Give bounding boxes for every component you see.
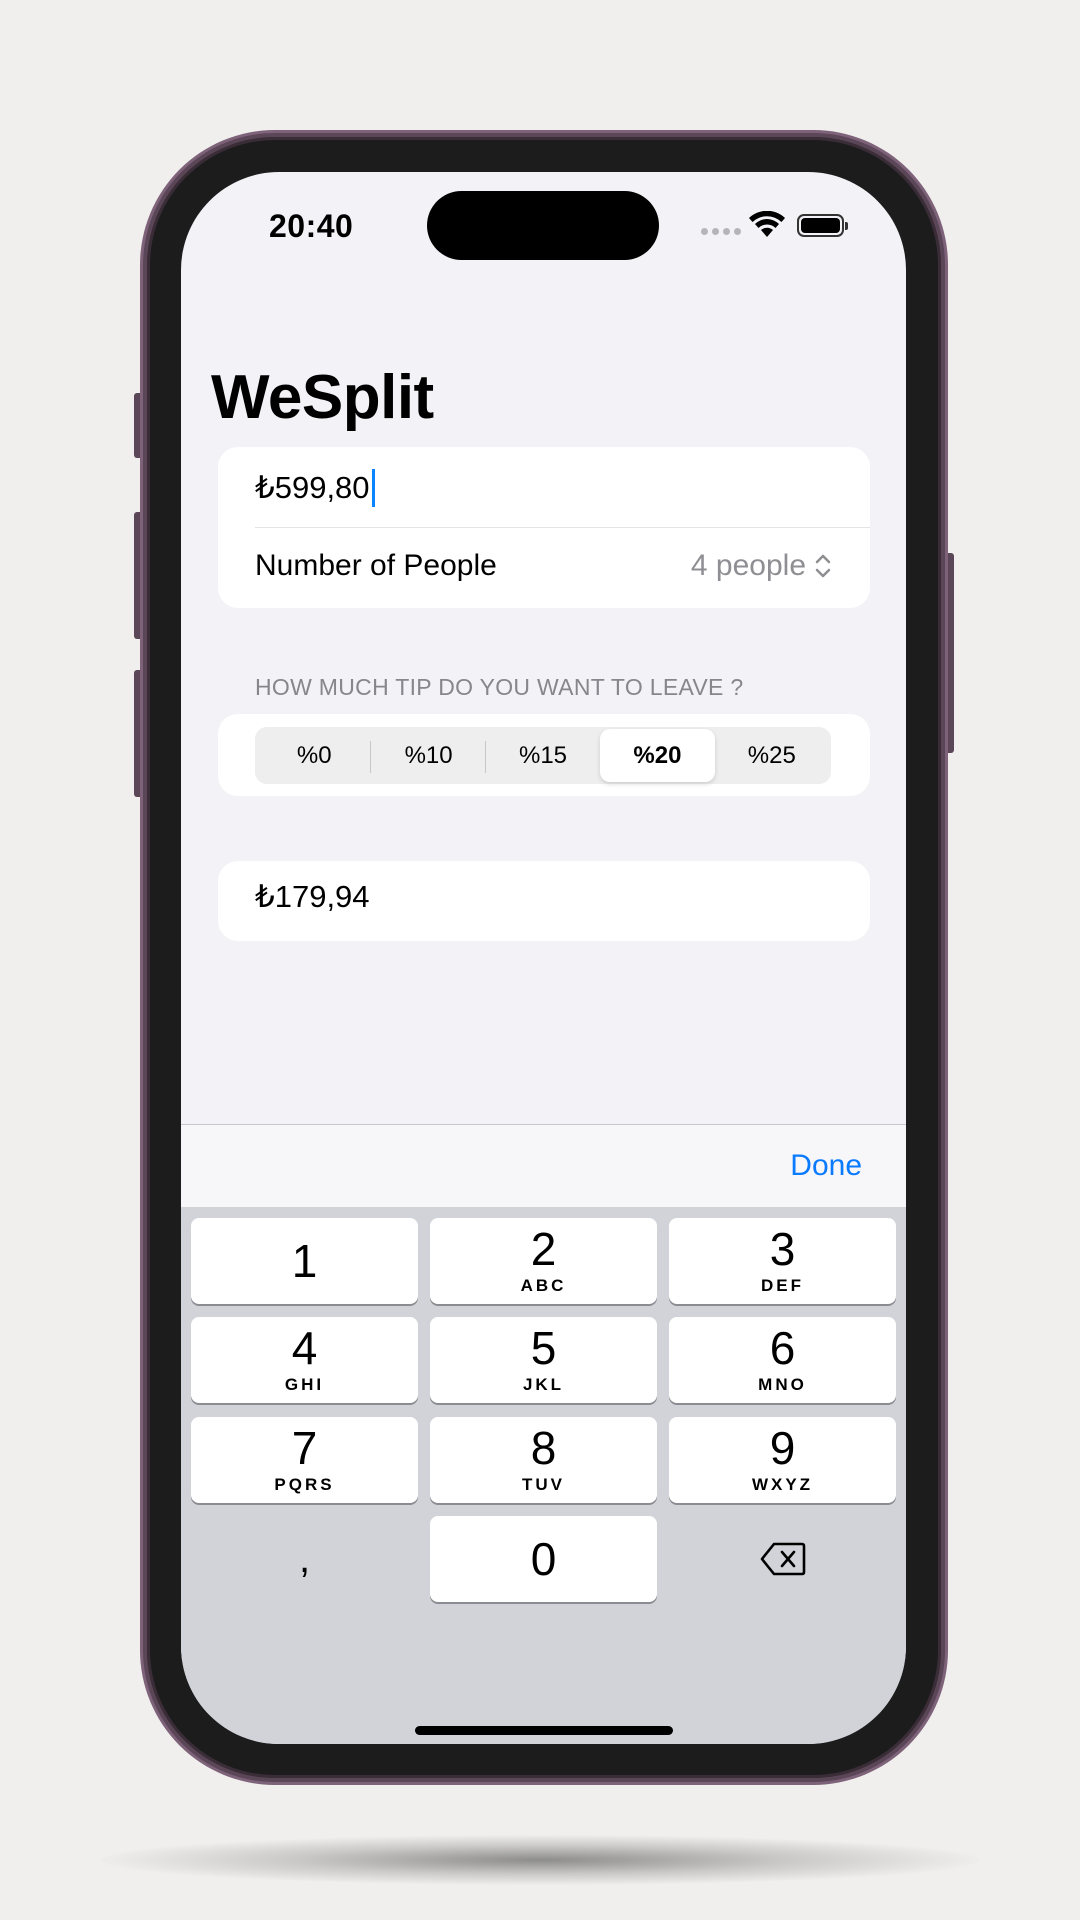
total-section: ₺179,94 bbox=[218, 861, 870, 941]
key-digit: 5 bbox=[530, 1322, 557, 1374]
text-caret bbox=[371, 468, 375, 507]
tip-segmented-control: %0 %10 %15 %20 %25 bbox=[255, 727, 831, 784]
key-letters: TUV bbox=[522, 1475, 565, 1494]
page-title: WeSplit bbox=[211, 363, 434, 432]
total-per-person: ₺179,94 bbox=[255, 879, 370, 914]
tip-option-10[interactable]: %10 bbox=[371, 729, 486, 782]
key-digit: 7 bbox=[291, 1422, 318, 1474]
people-picker-value: 4 people bbox=[690, 549, 806, 582]
input-section: ₺599,80 Number of People 4 people bbox=[218, 447, 870, 608]
people-picker[interactable]: 4 people bbox=[691, 549, 832, 583]
key-0[interactable]: 0 bbox=[430, 1516, 657, 1602]
amount-input[interactable]: ₺599,80 bbox=[255, 465, 375, 510]
tip-option-25[interactable]: %25 bbox=[715, 729, 829, 782]
volume-up-button bbox=[134, 512, 143, 639]
key-digit: 6 bbox=[769, 1322, 796, 1374]
keyboard-toolbar: Done bbox=[181, 1124, 906, 1207]
key-3[interactable]: 3 DEF bbox=[669, 1218, 896, 1304]
status-time: 20:40 bbox=[269, 208, 354, 244]
key-letters: DEF bbox=[761, 1276, 804, 1295]
key-letters: GHI bbox=[284, 1375, 325, 1394]
key-letters: PQRS bbox=[274, 1475, 335, 1494]
volume-down-button bbox=[134, 670, 143, 797]
tip-option-label: %0 bbox=[296, 741, 332, 769]
wifi-icon bbox=[749, 211, 785, 237]
tip-section: %0 %10 %15 %20 %25 bbox=[218, 714, 870, 796]
key-digit: 8 bbox=[530, 1422, 557, 1474]
key-8[interactable]: 8 TUV bbox=[430, 1417, 657, 1503]
amount-input-value: ₺599,80 bbox=[255, 469, 370, 505]
tip-option-15[interactable]: %15 bbox=[486, 729, 600, 782]
key-5[interactable]: 5 JKL bbox=[430, 1317, 657, 1403]
floor-shadow bbox=[100, 1835, 980, 1885]
key-6[interactable]: 6 MNO bbox=[669, 1317, 896, 1403]
key-decimal[interactable]: , bbox=[191, 1516, 418, 1602]
key-digit: 1 bbox=[291, 1235, 318, 1287]
tip-option-label: %10 bbox=[404, 741, 453, 769]
tip-option-label: %15 bbox=[518, 741, 568, 769]
key-digit: 9 bbox=[769, 1422, 796, 1474]
key-letters: WXYZ bbox=[751, 1475, 814, 1494]
key-2[interactable]: 2 ABC bbox=[430, 1218, 657, 1304]
phone-screen: 20:40 WeSplit ₺599,80 Number of People 4… bbox=[181, 172, 906, 1744]
tip-section-header: HOW MUCH TIP DO YOU WANT TO LEAVE ? bbox=[255, 674, 744, 700]
row-divider bbox=[255, 527, 870, 528]
key-4[interactable]: 4 GHI bbox=[191, 1317, 418, 1403]
key-digit: 0 bbox=[530, 1533, 557, 1585]
tip-option-label: %20 bbox=[633, 741, 682, 769]
tip-option-20[interactable]: %20 bbox=[600, 729, 715, 782]
key-digit: 3 bbox=[769, 1223, 796, 1275]
tip-option-label: %25 bbox=[747, 741, 796, 769]
done-button[interactable]: Done bbox=[790, 1149, 862, 1183]
key-9[interactable]: 9 WXYZ bbox=[669, 1417, 896, 1503]
key-digit: 2 bbox=[530, 1223, 557, 1275]
people-label: Number of People bbox=[255, 549, 497, 582]
action-button bbox=[134, 393, 143, 458]
delete-left-icon bbox=[760, 1542, 805, 1576]
key-letters: ABC bbox=[520, 1276, 567, 1295]
key-delete[interactable] bbox=[669, 1516, 896, 1602]
cellular-signal-icon bbox=[701, 228, 741, 235]
key-letters: JKL bbox=[522, 1375, 565, 1394]
key-1[interactable]: 1 bbox=[191, 1218, 418, 1304]
power-button bbox=[945, 553, 954, 753]
key-digit: 4 bbox=[291, 1322, 318, 1374]
key-digit: , bbox=[298, 1537, 311, 1581]
battery-icon bbox=[797, 214, 848, 237]
chevron-up-down-icon bbox=[815, 554, 831, 578]
dynamic-island bbox=[427, 191, 659, 260]
key-letters: MNO bbox=[758, 1375, 807, 1394]
tip-option-0[interactable]: %0 bbox=[257, 729, 372, 782]
key-7[interactable]: 7 PQRS bbox=[191, 1417, 418, 1503]
home-indicator bbox=[415, 1726, 673, 1735]
